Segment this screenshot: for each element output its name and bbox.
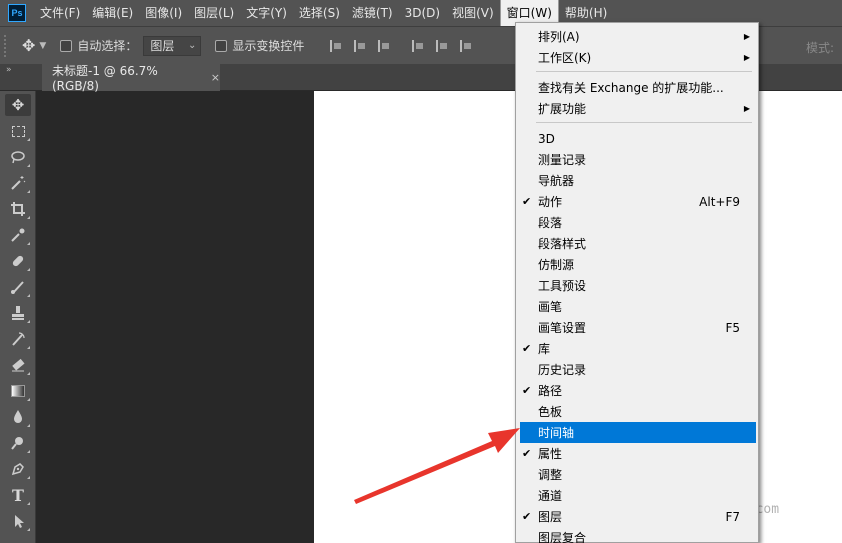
- align-left-icon[interactable]: [412, 39, 424, 52]
- menu-image[interactable]: 图像(I): [139, 0, 188, 26]
- options-bar-grip[interactable]: [4, 34, 8, 57]
- auto-select-checkbox[interactable]: [60, 39, 73, 52]
- check-icon: ✔: [522, 447, 532, 460]
- menu-item-channels[interactable]: 通道: [520, 485, 756, 506]
- magic-wand-tool-icon[interactable]: [5, 172, 31, 194]
- menu-separator: [536, 122, 752, 123]
- menu-layer[interactable]: 图层(L): [188, 0, 240, 26]
- move-tool-icon[interactable]: ✥: [5, 94, 31, 116]
- align-top-icon[interactable]: [330, 39, 342, 52]
- document-tab-title: 未标题-1 @ 66.7%(RGB/8): [52, 64, 158, 93]
- submenu-arrow-icon: ▶: [743, 53, 750, 62]
- collapse-panel-icon[interactable]: »: [6, 65, 12, 75]
- menu-3d[interactable]: 3D(D): [399, 0, 446, 26]
- healing-brush-tool-icon[interactable]: [5, 250, 31, 272]
- auto-select-target-value: 图层: [150, 39, 175, 53]
- menu-item-history[interactable]: 历史记录: [520, 359, 756, 380]
- menu-shortcut: F5: [725, 320, 740, 335]
- close-icon[interactable]: ×: [211, 71, 220, 84]
- auto-select-label: 自动选择：: [77, 39, 138, 53]
- menu-item-measurement-log[interactable]: 测量记录: [520, 149, 756, 170]
- chevron-down-icon: ⌄: [187, 40, 197, 51]
- menu-file[interactable]: 文件(F): [34, 0, 86, 26]
- menu-separator: [536, 71, 752, 72]
- align-right-icon[interactable]: [460, 39, 472, 52]
- menu-item-layer-comps[interactable]: 图层复合: [520, 527, 756, 543]
- menu-item-navigator[interactable]: 导航器: [520, 170, 756, 191]
- brush-tool-icon[interactable]: [5, 276, 31, 298]
- type-tool-icon[interactable]: T: [5, 484, 31, 506]
- show-transform-checkbox[interactable]: [215, 39, 228, 52]
- auto-select-target-select[interactable]: 图层 ⌄: [143, 35, 202, 56]
- menu-item-swatches[interactable]: 色板: [520, 401, 756, 422]
- dodge-tool-icon[interactable]: [5, 432, 31, 454]
- 3d-mode-label: 模式:: [805, 41, 834, 55]
- move-tool-preset-icon[interactable]: ✥: [22, 36, 35, 55]
- history-brush-tool-icon[interactable]: [5, 328, 31, 350]
- menu-item-paragraph-styles[interactable]: 段落样式: [520, 233, 756, 254]
- pen-tool-icon[interactable]: [5, 458, 31, 480]
- chevron-down-icon[interactable]: ▼: [39, 41, 46, 51]
- check-icon: ✔: [522, 510, 532, 523]
- check-icon: ✔: [522, 384, 532, 397]
- menu-item-clone-source[interactable]: 仿制源: [520, 254, 756, 275]
- menu-item-properties[interactable]: ✔ 属性: [520, 443, 756, 464]
- menu-item-extensions[interactable]: 扩展功能 ▶: [520, 98, 756, 119]
- align-bottom-icon[interactable]: [378, 39, 390, 52]
- crop-tool-icon[interactable]: [5, 198, 31, 220]
- menu-item-libraries[interactable]: ✔ 库: [520, 338, 756, 359]
- menu-view[interactable]: 视图(V): [446, 0, 500, 26]
- menu-filter[interactable]: 滤镜(T): [346, 0, 399, 26]
- menu-item-find-exchange-extensions[interactable]: 查找有关 Exchange 的扩展功能...: [520, 77, 756, 98]
- eraser-tool-icon[interactable]: [5, 354, 31, 376]
- menu-shortcut: Alt+F9: [699, 194, 740, 209]
- menu-item-adjustments[interactable]: 调整: [520, 464, 756, 485]
- path-selection-tool-icon[interactable]: [5, 510, 31, 532]
- menu-item-arrange[interactable]: 排列(A) ▶: [520, 26, 756, 47]
- menu-item-timeline[interactable]: 时间轴: [520, 422, 756, 443]
- gradient-tool-icon[interactable]: [5, 380, 31, 402]
- menu-type[interactable]: 文字(Y): [240, 0, 293, 26]
- align-horizontal-center-icon[interactable]: [436, 39, 448, 52]
- menu-item-paths[interactable]: ✔ 路径: [520, 380, 756, 401]
- menu-item-tool-presets[interactable]: 工具预设: [520, 275, 756, 296]
- submenu-arrow-icon: ▶: [743, 32, 750, 41]
- clone-stamp-tool-icon[interactable]: [5, 302, 31, 324]
- submenu-arrow-icon: ▶: [743, 104, 750, 113]
- menu-shortcut: F7: [725, 509, 740, 524]
- menu-item-3d[interactable]: 3D: [520, 128, 756, 149]
- check-icon: ✔: [522, 342, 532, 355]
- show-transform-label: 显示变换控件: [232, 39, 305, 53]
- blur-tool-icon[interactable]: [5, 406, 31, 428]
- document-tab[interactable]: 未标题-1 @ 66.7%(RGB/8) ×: [42, 64, 220, 93]
- lasso-tool-icon[interactable]: [5, 146, 31, 168]
- eyedropper-tool-icon[interactable]: [5, 224, 31, 246]
- menu-edit[interactable]: 编辑(E): [86, 0, 139, 26]
- menu-item-brush-settings[interactable]: 画笔设置 F5: [520, 317, 756, 338]
- menu-item-paragraph[interactable]: 段落: [520, 212, 756, 233]
- photoshop-logo-icon: Ps: [8, 4, 26, 22]
- menu-item-brushes[interactable]: 画笔: [520, 296, 756, 317]
- align-vertical-center-icon[interactable]: [354, 39, 366, 52]
- menu-item-actions[interactable]: ✔ 动作 Alt+F9: [520, 191, 756, 212]
- check-icon: ✔: [522, 195, 532, 208]
- menu-item-workspace[interactable]: 工作区(K) ▶: [520, 47, 756, 68]
- menu-item-layers[interactable]: ✔ 图层 F7: [520, 506, 756, 527]
- tools-panel: ✥ T: [0, 91, 36, 543]
- marquee-tool-icon[interactable]: [5, 120, 31, 142]
- window-menu-dropdown: 排列(A) ▶ 工作区(K) ▶ 查找有关 Exchange 的扩展功能... …: [515, 22, 759, 543]
- menu-select[interactable]: 选择(S): [293, 0, 346, 26]
